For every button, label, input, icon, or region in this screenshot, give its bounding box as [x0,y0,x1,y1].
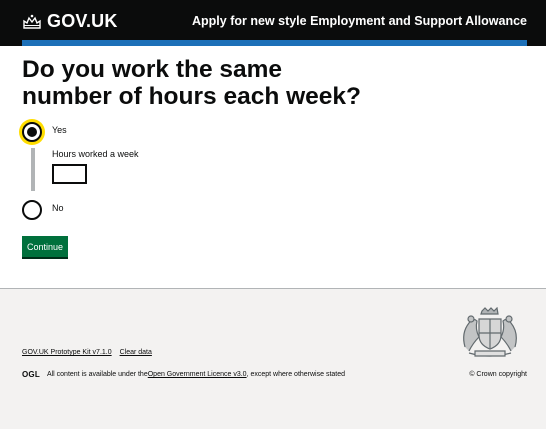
licence-prefix: All content is available under the [46,371,148,378]
radio-no-input[interactable] [22,200,42,220]
ogl-icon: OGL [22,370,40,379]
logo-text: GOV.UK [47,11,118,31]
hours-label: Hours worked a week [52,149,139,159]
prototype-kit-link[interactable]: GOV.UK Prototype Kit v7.1.0 [22,349,112,356]
radio-yes-input[interactable] [22,122,42,142]
site-header: GOV.UK Apply for new style Employment an… [0,0,546,46]
radio-yes-label[interactable]: Yes [52,125,67,135]
clear-data-link[interactable]: Clear data [120,349,152,356]
site-footer: GOV.UK Prototype Kit v7.1.0 Clear data O… [0,288,546,429]
govuk-logo-link[interactable]: GOV.UK [22,11,118,32]
radio-no-label[interactable]: No [52,203,64,213]
continue-button[interactable]: Continue [22,236,69,257]
page-title: Do you work the same number of hours eac… [22,56,361,110]
header-container: GOV.UK Apply for new style Employment an… [22,0,527,46]
service-name-link[interactable]: Apply for new style Employment and Suppo… [192,14,527,28]
crown-icon [23,14,41,29]
footer-links: GOV.UK Prototype Kit v7.1.0 Clear data [22,349,158,356]
crown-copyright-link[interactable]: © Crown copyright [469,371,527,378]
royal-coat-of-arms-icon [463,307,517,357]
hours-input[interactable] [52,164,87,184]
conditional-reveal-bar [31,148,35,191]
ogl-licence-link[interactable]: Open Government Licence v3.0 [148,371,247,378]
licence-row: OGL All content is available under the O… [22,370,345,379]
licence-suffix: , except where otherwise stated [246,371,346,378]
main-content: Do you work the same number of hours eac… [22,56,522,220]
